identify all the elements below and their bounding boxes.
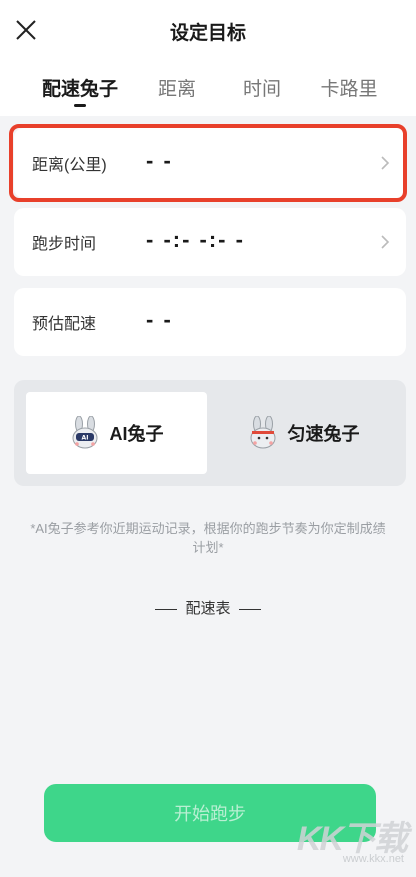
active-tab-indicator [74,104,86,107]
chevron-right-icon [381,156,390,170]
divider-line-right [238,608,261,610]
estimated-pace-value: - - [146,306,173,332]
chevron-right-icon [381,235,390,249]
rabbit-mode-selector: AI AI兔子 匀速兔子 [14,380,406,486]
svg-text:AI: AI [81,435,88,442]
divider-line-left [155,608,178,610]
run-time-value: - -:- -:- - [146,226,245,252]
distance-field[interactable]: 距离(公里) - - [14,128,406,198]
steady-rabbit-icon [250,416,275,449]
ai-rabbit-note: *AI兔子参考你近期运动记录，根据你的跑步节奏为你定制成绩计划* [30,521,386,555]
estimated-pace-label: 预估配速 [32,316,97,333]
run-time-field[interactable]: 跑步时间 - -:- -:- - [14,208,406,276]
distance-value: - - [146,147,173,173]
ai-rabbit-label: AI兔子 [109,424,164,444]
tab-time[interactable]: 时间 [243,74,281,101]
estimated-pace-field: 预估配速 - - [14,288,406,356]
ai-rabbit-button[interactable]: AI AI兔子 [26,392,207,474]
header: 设定目标 配速兔子 距离 时间 卡路里 [0,0,416,116]
tab-pace-rabbit[interactable]: 配速兔子 [42,74,118,101]
watermark-logo: KK下载 www.kkx.net [290,805,410,865]
ai-rabbit-icon: AI [72,416,97,449]
pace-table-heading: 配速表 [0,597,416,618]
watermark-url: www.kkx.net [342,853,404,865]
page-title: 设定目标 [169,23,246,44]
tab-bar: 配速兔子 距离 时间 卡路里 [0,74,416,108]
tab-distance[interactable]: 距离 [158,74,196,101]
start-run-label: 开始跑步 [174,804,246,824]
steady-rabbit-label: 匀速兔子 [287,424,360,444]
steady-rabbit-button[interactable]: 匀速兔子 [213,392,394,474]
pace-table-title: 配速表 [185,600,231,617]
tab-calories[interactable]: 卡路里 [320,74,377,101]
distance-label: 距离(公里) [32,157,107,174]
run-time-label: 跑步时间 [32,236,97,253]
